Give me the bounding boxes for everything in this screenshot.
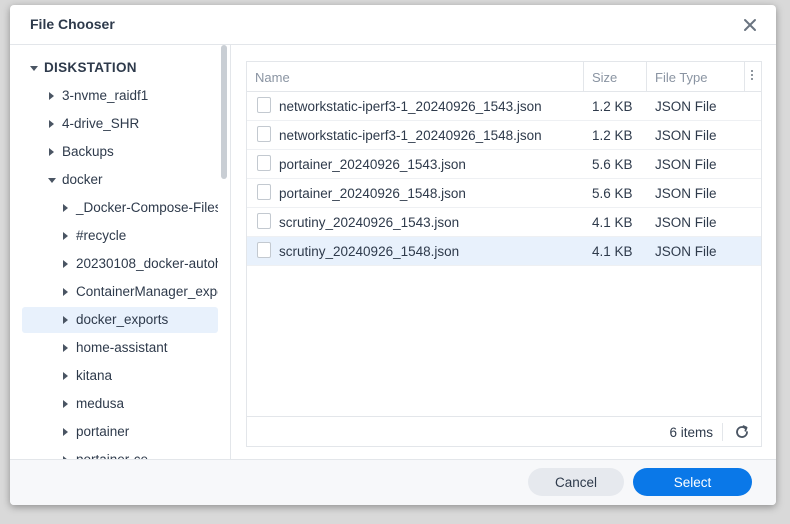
tree-item[interactable]: Backups [22, 139, 218, 165]
tree-item-label: portainer-ce [76, 452, 148, 459]
pane-splitter[interactable] [230, 45, 231, 459]
file-row[interactable]: scrutiny_20240926_1543.json 4.1 KB JSON Fi… [247, 208, 761, 237]
refresh-button[interactable] [733, 423, 751, 441]
file-name: portainer_20240926_1543.json [279, 157, 466, 172]
tree-item[interactable]: portainer [22, 419, 218, 445]
tree-item[interactable]: docker [22, 167, 218, 193]
column-divider[interactable] [744, 62, 745, 91]
tree-item-label: docker [62, 172, 103, 187]
file-type: JSON File [655, 157, 717, 172]
file-row[interactable]: networkstatic-iperf3-1_20240926_1543.jso… [247, 92, 761, 121]
dialog-titlebar: File Chooser [10, 5, 776, 45]
tree-scrollbar[interactable] [221, 45, 227, 179]
tree-item[interactable]: docker_exports [22, 307, 218, 333]
file-icon [257, 97, 271, 113]
tree-item-label: portainer [76, 424, 130, 439]
file-size: 5.6 KB [592, 157, 633, 172]
file-type: JSON File [655, 215, 717, 230]
caret-down-icon[interactable] [30, 66, 38, 71]
file-name: portainer_20240926_1548.json [279, 186, 466, 201]
file-icon [257, 126, 271, 142]
caret-right-icon[interactable] [63, 344, 68, 352]
tree-item[interactable]: kitana [22, 363, 218, 389]
tree-item[interactable]: home-assistant [22, 335, 218, 361]
caret-right-icon[interactable] [63, 232, 68, 240]
file-chooser-dialog: File Chooser DISKSTATION 3-nvme_raidf1 4-d… [10, 5, 776, 505]
dialog-footer: Cancel Select [10, 459, 776, 505]
close-icon [744, 19, 756, 31]
caret-right-icon[interactable] [63, 316, 68, 324]
caret-right-icon[interactable] [63, 372, 68, 380]
footer-divider [722, 423, 723, 441]
tree-item-label: home-assistant [76, 340, 168, 355]
tree-item-label: 4-drive_SHR [62, 116, 140, 131]
caret-right-icon[interactable] [63, 400, 68, 408]
caret-down-icon[interactable] [48, 178, 56, 183]
folder-tree[interactable]: DISKSTATION 3-nvme_raidf1 4-drive_SHR Backu… [10, 45, 230, 459]
caret-right-icon[interactable] [63, 428, 68, 436]
file-icon [257, 155, 271, 171]
file-type: JSON File [655, 186, 717, 201]
file-row[interactable]: portainer_20240926_1548.json 5.6 KB JSON F… [247, 179, 761, 208]
file-type: JSON File [655, 99, 717, 114]
tree-item-label: _Docker-Compose-Files [76, 200, 218, 215]
caret-right-icon[interactable] [49, 92, 54, 100]
tree-item[interactable]: 3-nvme_raidf1 [22, 83, 218, 109]
tree-item[interactable]: medusa [22, 391, 218, 417]
file-name: scrutiny_20240926_1548.json [279, 244, 460, 259]
grid-footer: 6 items [247, 416, 761, 447]
file-grid: Name Size File Type networkstatic-iperf3… [246, 61, 762, 447]
caret-right-icon[interactable] [63, 288, 68, 296]
file-row[interactable]: portainer_20240926_1543.json 5.6 KB JSON F… [247, 150, 761, 179]
refresh-icon [736, 425, 748, 438]
file-icon [257, 213, 271, 229]
file-icon [257, 242, 271, 258]
column-options-icon[interactable] [750, 69, 754, 83]
column-header-name[interactable]: Name [255, 70, 290, 85]
file-row[interactable]: networkstatic-iperf3-1_20240926_1548.jso… [247, 121, 761, 150]
tree-item[interactable]: 4-drive_SHR [22, 111, 218, 137]
caret-right-icon[interactable] [49, 120, 54, 128]
column-header-type[interactable]: File Type [655, 70, 708, 85]
close-button[interactable] [740, 15, 760, 35]
file-row[interactable]: scrutiny_20240926_1548.json 4.1 KB JSON Fi… [247, 237, 761, 266]
tree-item-label: 3-nvme_raidf1 [62, 88, 149, 103]
file-type: JSON File [655, 128, 717, 143]
tree-item-label: docker_exports [76, 312, 169, 327]
caret-right-icon[interactable] [63, 204, 68, 212]
tree-item-label: medusa [76, 396, 125, 411]
file-size: 5.6 KB [592, 186, 633, 201]
tree-item[interactable]: DISKSTATION [22, 55, 218, 81]
tree-item[interactable]: 20230108_docker-autoheal [22, 251, 218, 277]
tree-item[interactable]: ContainerManager_exports [22, 279, 218, 305]
file-name: scrutiny_20240926_1543.json [279, 215, 460, 230]
select-button[interactable]: Select [633, 468, 752, 496]
tree-item-label: kitana [76, 368, 113, 383]
tree-item-label: Backups [62, 144, 114, 159]
dialog-title: File Chooser [30, 16, 115, 32]
column-header-size[interactable]: Size [592, 70, 617, 85]
caret-right-icon[interactable] [49, 148, 54, 156]
file-size: 4.1 KB [592, 244, 633, 259]
file-icon [257, 184, 271, 200]
tree-item-label: #recycle [76, 228, 127, 243]
file-type: JSON File [655, 244, 717, 259]
file-size: 1.2 KB [592, 99, 633, 114]
tree-item[interactable]: _Docker-Compose-Files [22, 195, 218, 221]
file-size: 4.1 KB [592, 215, 633, 230]
column-divider[interactable] [646, 62, 647, 91]
column-divider[interactable] [583, 62, 584, 91]
tree-item-label: ContainerManager_exports [76, 284, 218, 299]
file-name: networkstatic-iperf3-1_20240926_1548.jso… [279, 128, 542, 143]
tree-item-label: 20230108_docker-autoheal [76, 256, 218, 271]
caret-right-icon[interactable] [63, 260, 68, 268]
file-name: networkstatic-iperf3-1_20240926_1543.jso… [279, 99, 542, 114]
cancel-button[interactable]: Cancel [528, 468, 624, 496]
item-count: 6 items [669, 425, 713, 440]
tree-item[interactable]: portainer-ce [22, 447, 218, 459]
tree-item[interactable]: #recycle [22, 223, 218, 249]
grid-header: Name Size File Type [247, 62, 761, 92]
file-size: 1.2 KB [592, 128, 633, 143]
tree-item-label: DISKSTATION [44, 60, 137, 75]
